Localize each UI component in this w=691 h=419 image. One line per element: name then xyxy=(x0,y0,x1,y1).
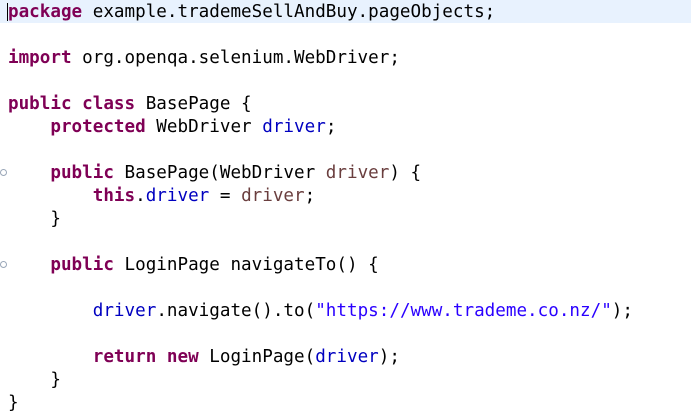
code-token: . xyxy=(135,186,146,206)
code-token: ); xyxy=(611,301,633,321)
code-line: import org.openqa.selenium.WebDriver; xyxy=(8,47,400,70)
code-token: class xyxy=(82,94,136,114)
code-token: ; xyxy=(304,186,316,206)
code-token: } xyxy=(8,370,61,390)
code-token: BasePage(WebDriver xyxy=(113,163,326,183)
code-token: return xyxy=(92,347,157,367)
code-line: protected WebDriver driver; xyxy=(8,116,336,139)
code-token: "https://www.trademe.co.nz/" xyxy=(315,301,612,321)
code-token: } xyxy=(8,393,19,413)
code-line: public LoginPage navigateTo() { xyxy=(8,254,379,277)
code-token: LoginPage( xyxy=(198,347,316,367)
code-token: driver xyxy=(145,186,210,206)
code-token: driver xyxy=(325,163,390,183)
code-token: this xyxy=(92,186,136,206)
code-line: public class BasePage { xyxy=(8,93,252,116)
code-token: BasePage { xyxy=(135,94,252,114)
code-line: package example.trademeSellAndBuy.pageOb… xyxy=(8,1,495,24)
code-token: WebDriver xyxy=(145,117,263,137)
code-token: driver xyxy=(262,117,326,137)
code-line: } xyxy=(8,208,61,231)
code-token: driver xyxy=(92,301,157,321)
code-token: new xyxy=(166,347,199,367)
code-token: package xyxy=(8,2,83,22)
code-token: = xyxy=(209,186,242,206)
code-token: .navigate().to( xyxy=(156,301,316,321)
code-token: import xyxy=(8,48,72,68)
code-token: driver xyxy=(241,186,305,206)
code-line: return new LoginPage(driver); xyxy=(8,346,400,369)
code-line: public BasePage(WebDriver driver) { xyxy=(8,162,421,185)
code-token: } xyxy=(8,209,61,229)
fold-marker-icon[interactable] xyxy=(0,169,7,176)
code-line: } xyxy=(8,369,61,392)
code-token: public xyxy=(8,94,72,114)
fold-marker-icon[interactable] xyxy=(0,261,7,268)
code-token: ); xyxy=(378,347,400,367)
code-token: LoginPage navigateTo() { xyxy=(113,255,379,275)
code-line: } xyxy=(8,392,19,415)
code-token: ; xyxy=(325,117,337,137)
code-token: example.trademeSellAndBuy.pageObjects; xyxy=(82,2,496,22)
code-token: protected xyxy=(50,117,146,137)
code-editor[interactable]: package example.trademeSellAndBuy.pageOb… xyxy=(0,0,691,419)
code-line: this.driver = driver; xyxy=(8,185,315,208)
code-token: org.openqa.selenium.WebDriver; xyxy=(71,48,400,68)
code-token: public xyxy=(50,255,114,275)
code-token: ) { xyxy=(389,163,422,183)
code-line: driver.navigate().to("https://www.tradem… xyxy=(8,300,633,323)
code-token: driver xyxy=(315,347,379,367)
code-token: public xyxy=(50,163,114,183)
